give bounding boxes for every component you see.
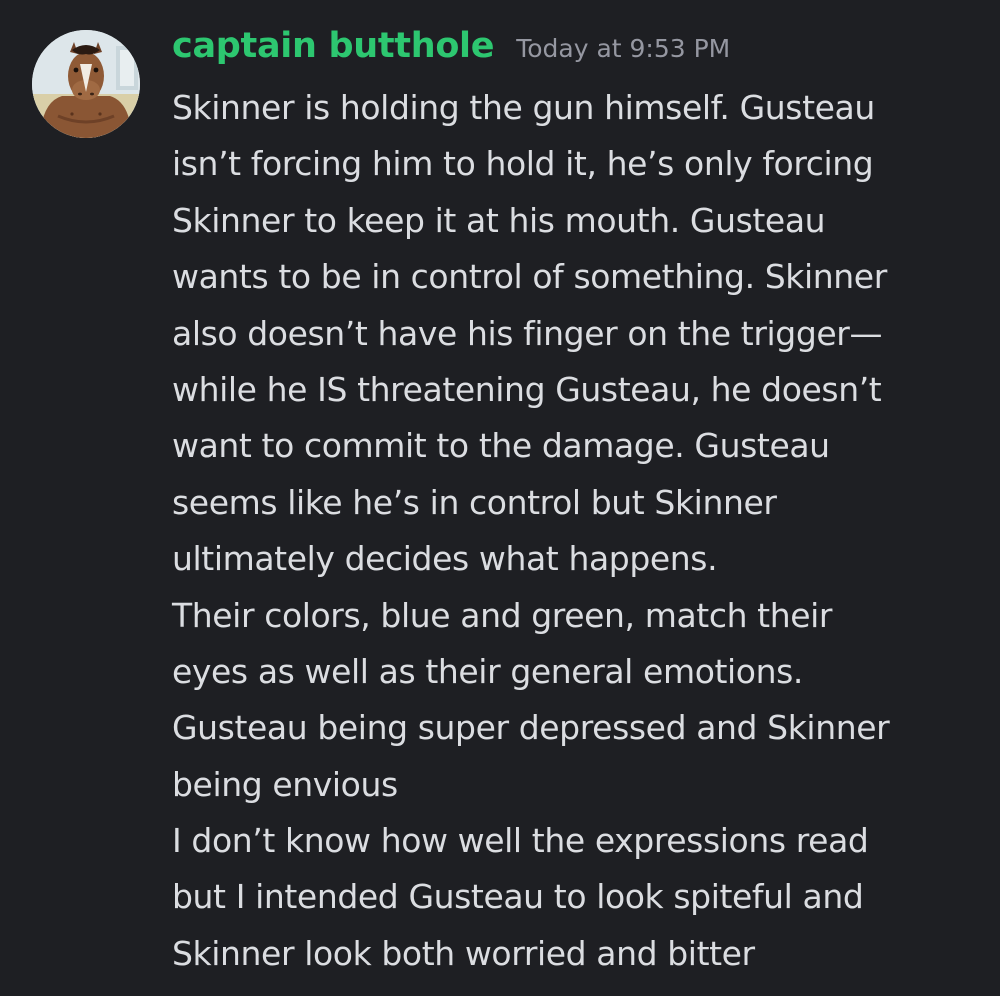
chat-message: captain butthole Today at 9:53 PM Skinne…: [0, 0, 1000, 996]
chat-view: captain butthole Today at 9:53 PM Skinne…: [0, 0, 1000, 996]
user-avatar[interactable]: [32, 30, 140, 138]
message-line: want to commit to the damage. Gusteau: [172, 426, 830, 466]
message-line: eyes as well as their general emotions.: [172, 651, 803, 691]
message-line: ultimately decides what happens.: [172, 539, 718, 579]
message-line: but I intended Gusteau to look spiteful …: [172, 877, 864, 917]
author-username[interactable]: captain butthole: [172, 26, 495, 66]
message-line: while he IS threatening Gusteau, he does…: [172, 369, 882, 409]
message-line: Gusteau being super depressed and Skinne…: [172, 708, 890, 748]
message-line: isn’t forcing him to hold it, he’s only …: [172, 144, 874, 184]
message-line: Skinner to keep it at his mouth. Gusteau: [172, 200, 826, 240]
message-line: being envious: [172, 764, 398, 804]
message-line: Their colors, blue and green, match thei…: [172, 595, 833, 635]
message-line: seems like he’s in control but Skinner: [172, 482, 777, 522]
message-content: Skinner is holding the gun himself. Gust…: [172, 80, 992, 982]
message-line: also doesn’t have his finger on the trig…: [172, 313, 883, 353]
message-line: wants to be in control of something. Ski…: [172, 257, 887, 297]
message-line: Skinner is holding the gun himself. Gust…: [172, 88, 875, 127]
message-line: I don’t know how well the expressions re…: [172, 821, 869, 861]
horse-character-avatar-icon: [32, 30, 140, 138]
message-header: captain butthole Today at 9:53 PM: [172, 26, 730, 78]
message-line: Skinner look both worried and bitter: [172, 933, 755, 973]
message-timestamp[interactable]: Today at 9:53 PM: [516, 34, 730, 63]
